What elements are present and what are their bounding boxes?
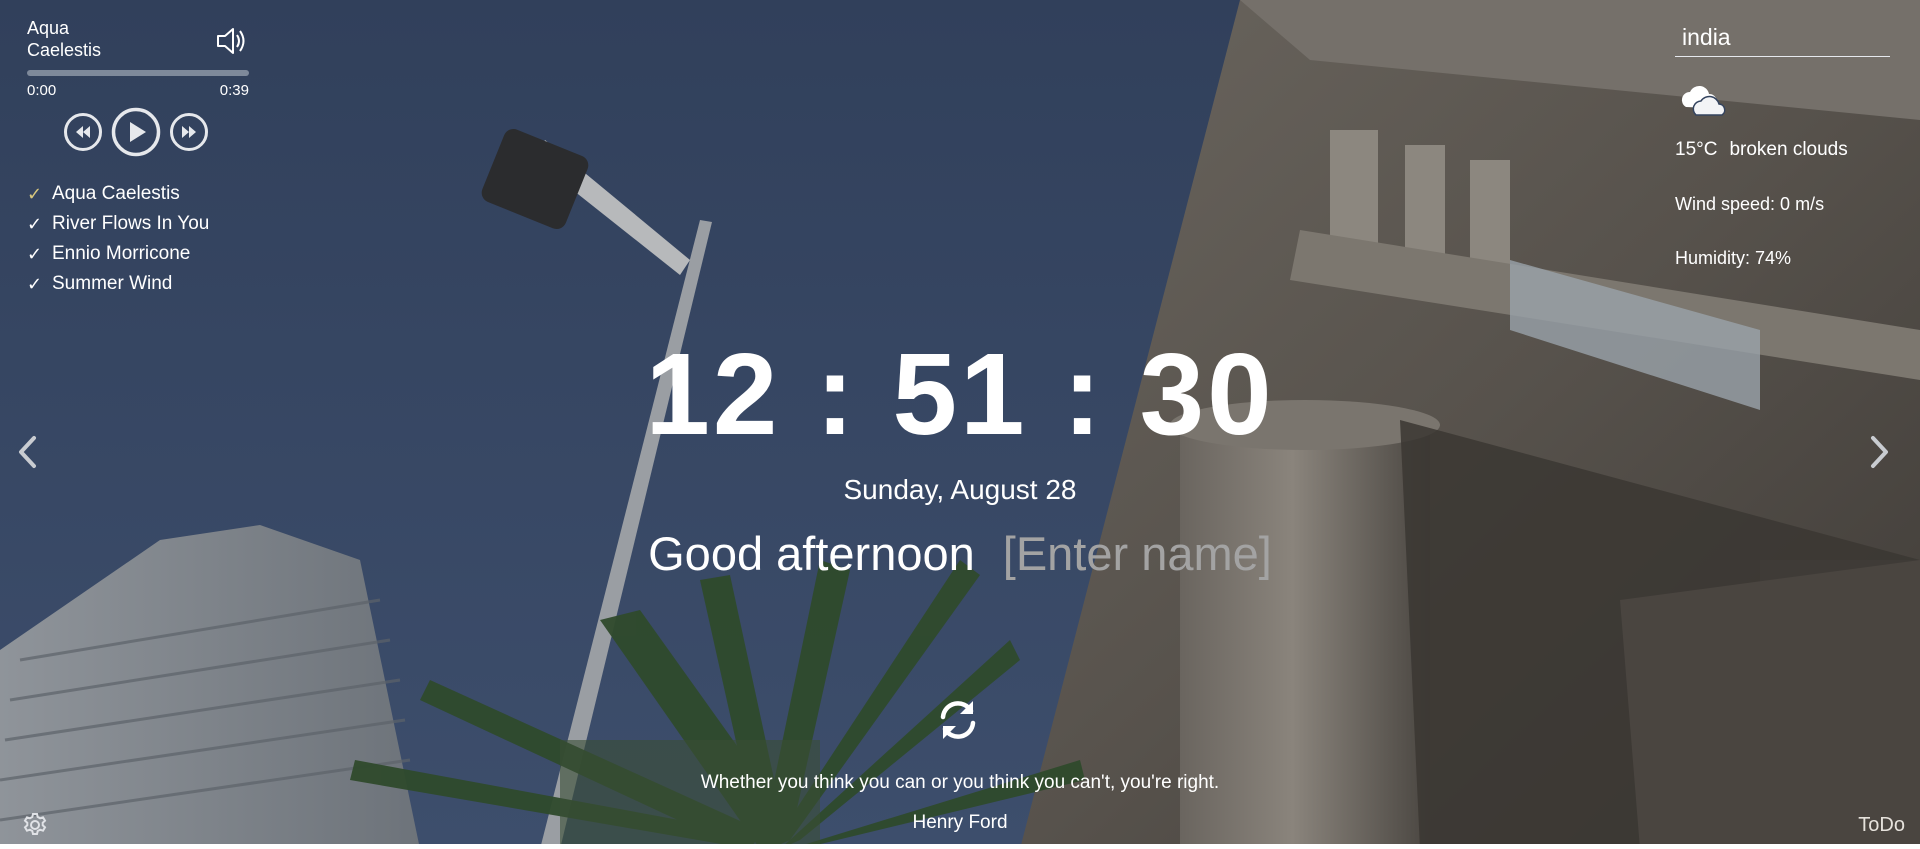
humidity: Humidity: 74% <box>1675 248 1792 268</box>
fast-forward-icon <box>170 113 208 151</box>
playlist-item-title: Aqua Caelestis <box>52 183 180 204</box>
todo-button[interactable]: ToDo <box>1858 814 1905 837</box>
playlist-item-title: River Flows In You <box>52 213 210 234</box>
play-icon <box>111 107 161 157</box>
playlist-item-title: Summer Wind <box>52 273 173 294</box>
current-track-title: Aqua Caelestis <box>27 18 102 60</box>
gear-icon[interactable] <box>22 812 48 838</box>
speaker-icon[interactable] <box>215 26 249 56</box>
chevron-right-icon[interactable] <box>1865 432 1895 472</box>
playlist-item[interactable]: ✓ Summer Wind <box>27 269 249 299</box>
refresh-icon[interactable] <box>935 697 981 743</box>
fast-forward-button[interactable] <box>169 112 209 152</box>
play-button[interactable] <box>111 107 161 157</box>
weather-description: broken clouds <box>1729 139 1848 160</box>
playlist-item-title: Ennio Morricone <box>52 243 191 264</box>
city-input[interactable] <box>1675 20 1890 57</box>
audio-player: Aqua Caelestis 0:00 0:39 ✓ Aqua Caelesti… <box>27 17 249 299</box>
date: Sunday, August 28 <box>843 474 1077 505</box>
quote-author: Henry Ford <box>912 812 1008 833</box>
bottom-progress-strip <box>0 844 1920 849</box>
playlist: ✓ Aqua Caelestis ✓ River Flows In You ✓ … <box>27 179 249 299</box>
playlist-item[interactable]: ✓ River Flows In You <box>27 209 249 239</box>
rewind-button[interactable] <box>63 112 103 152</box>
name-input[interactable]: [Enter name] <box>1003 526 1272 581</box>
chevron-left-icon[interactable] <box>12 432 42 472</box>
clock-time: 12 : 51 : 30 <box>645 329 1275 459</box>
playlist-item[interactable]: ✓ Ennio Morricone <box>27 239 249 269</box>
wind-speed: Wind speed: 0 m/s <box>1675 194 1825 214</box>
playlist-item[interactable]: ✓ Aqua Caelestis <box>27 179 249 209</box>
check-icon: ✓ <box>27 213 43 235</box>
rewind-icon <box>64 113 102 151</box>
quote-text: Whether you think you can or you think y… <box>700 772 1220 793</box>
temperature: 15°C <box>1675 139 1718 160</box>
duration: 0:39 <box>219 82 249 99</box>
weather-widget: 15°C broken clouds Wind speed: 0 m/s Humi… <box>1675 20 1890 269</box>
check-icon: ✓ <box>27 183 43 205</box>
greeting-text: Good afternoon <box>648 527 975 580</box>
check-icon: ✓ <box>27 243 43 265</box>
current-time: 0:00 <box>27 82 57 99</box>
broken-clouds-icon <box>1676 81 1731 121</box>
progress-bar[interactable] <box>27 70 249 76</box>
check-icon: ✓ <box>27 273 43 295</box>
